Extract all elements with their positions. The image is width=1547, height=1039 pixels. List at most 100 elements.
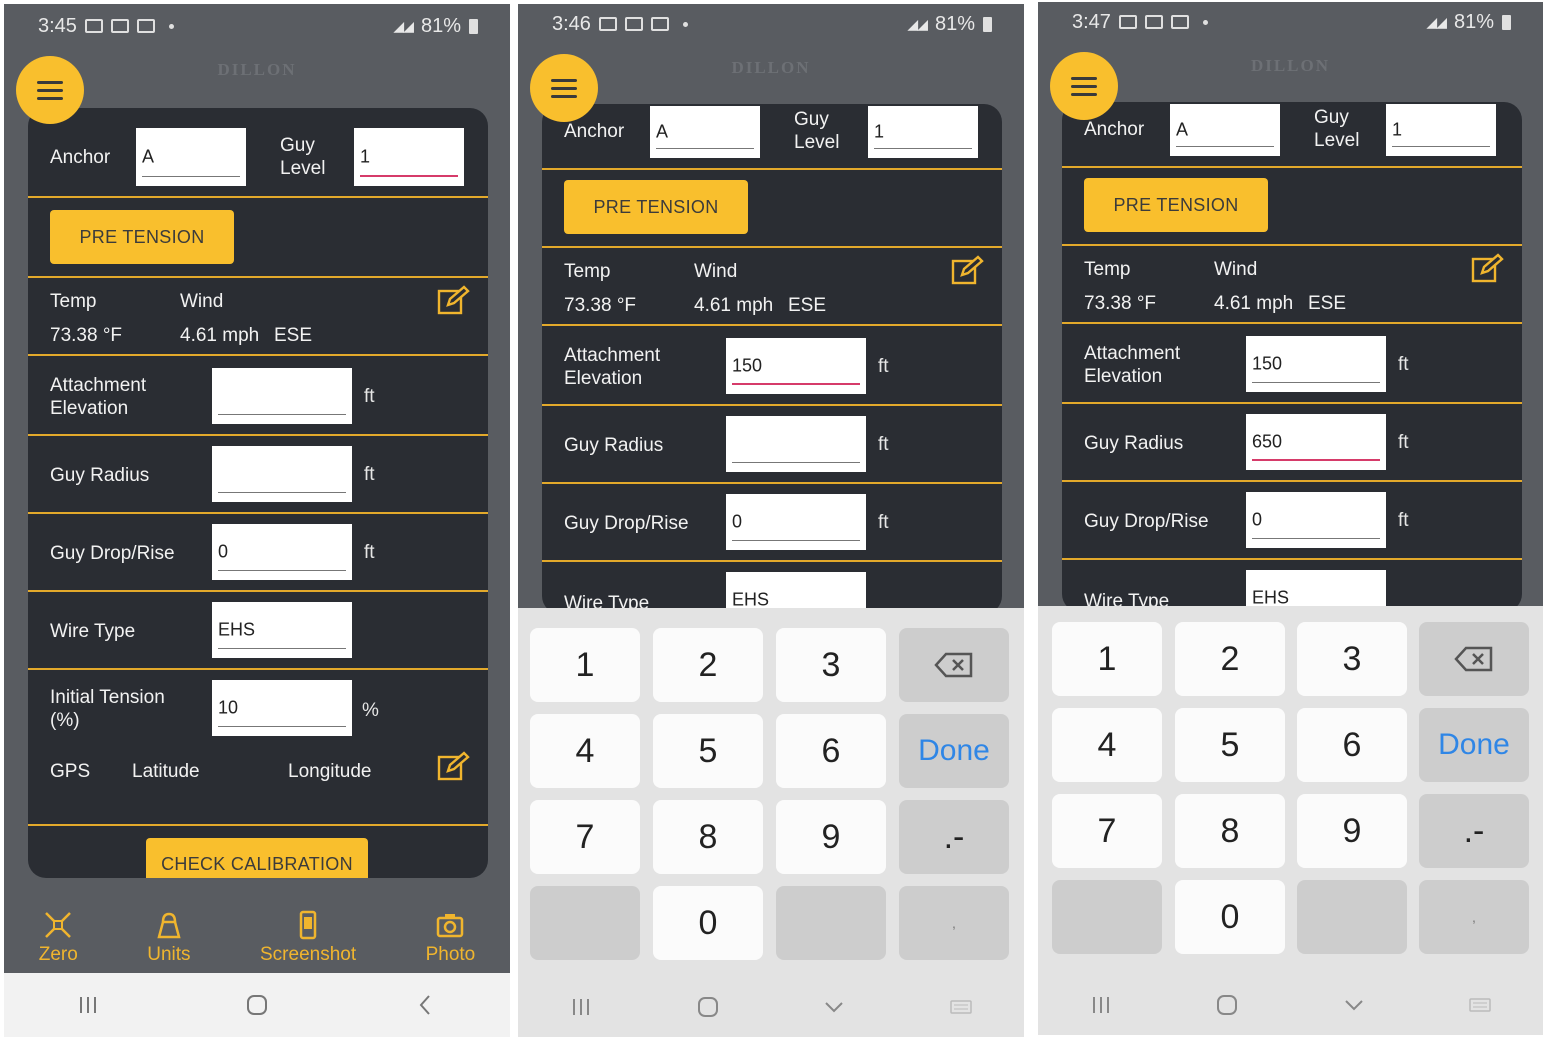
key-5[interactable]: 5 (1175, 708, 1285, 782)
key-blank[interactable] (530, 886, 640, 960)
guy-radius-input[interactable] (212, 446, 352, 502)
anchor-input[interactable]: A (1170, 104, 1280, 156)
menu-button[interactable] (16, 56, 84, 124)
key-5[interactable]: 5 (653, 714, 763, 788)
keyboard-icon[interactable] (1468, 993, 1492, 1017)
guy-drop-input[interactable]: 0 (1246, 492, 1386, 548)
edit-icon[interactable] (1470, 252, 1504, 286)
hide-keyboard-icon[interactable] (1342, 993, 1366, 1017)
key-minus[interactable]: .- (899, 800, 1009, 874)
unit-ft: ft (1398, 432, 1409, 453)
home-icon[interactable] (1215, 993, 1239, 1017)
key-3[interactable]: 3 (776, 628, 886, 702)
anchor-row: Anchor A Guy Level 1 (1062, 102, 1522, 166)
key-0[interactable]: 0 (1175, 880, 1285, 954)
anchor-row: Anchor A Guy Level 1 (28, 108, 488, 196)
anchor-input[interactable]: A (136, 128, 246, 186)
keyboard-icon[interactable] (949, 995, 973, 1019)
key-backspace[interactable] (1419, 622, 1529, 696)
edit-icon[interactable] (436, 750, 470, 784)
nav-units[interactable]: Units (147, 910, 191, 966)
unit-ft: ft (1398, 510, 1409, 531)
key-7[interactable]: 7 (1052, 794, 1162, 868)
guy-level-input[interactable]: 1 (354, 128, 464, 186)
key-9[interactable]: 9 (776, 800, 886, 874)
key-7[interactable]: 7 (530, 800, 640, 874)
menu-button[interactable] (530, 54, 598, 122)
attachment-text: Attachment (564, 345, 661, 366)
key-blank[interactable] (1052, 880, 1162, 954)
guy-drop-row: Guy Drop/Rise 0 ft (1062, 480, 1522, 558)
battery-icon (469, 18, 478, 34)
wind-speed-value: 4.61 mph (1214, 293, 1294, 314)
guy-drop-value: 0 (218, 541, 229, 562)
key-minus[interactable]: .- (1419, 794, 1529, 868)
guy-radius-row: Guy Radius 650 ft (1062, 402, 1522, 480)
key-8[interactable]: 8 (1175, 794, 1285, 868)
key-comma[interactable]: , (1419, 880, 1529, 954)
key-blank[interactable] (776, 886, 886, 960)
hide-keyboard-icon[interactable] (822, 995, 846, 1019)
recent-apps-icon[interactable] (1089, 993, 1113, 1017)
key-0[interactable]: 0 (653, 886, 763, 960)
key-4[interactable]: 4 (1052, 708, 1162, 782)
key-done[interactable]: Done (899, 714, 1009, 788)
nav-screenshot[interactable]: Screenshot (260, 910, 356, 966)
pre-tension-button[interactable]: PRE TENSION (50, 210, 234, 264)
edit-icon[interactable] (436, 284, 470, 318)
recent-apps-icon[interactable] (569, 995, 593, 1019)
initial-tension-input[interactable]: 10 (212, 680, 352, 736)
edit-icon[interactable] (950, 254, 984, 288)
guy-level-label: Guy Level (280, 134, 325, 180)
key-2[interactable]: 2 (1175, 622, 1285, 696)
key-1[interactable]: 1 (1052, 622, 1162, 696)
underline (732, 540, 860, 541)
unit-ft: ft (364, 542, 375, 563)
key-8[interactable]: 8 (653, 800, 763, 874)
key-comma[interactable]: , (899, 886, 1009, 960)
attachment-elevation-input[interactable] (212, 368, 352, 424)
temp-value: 73.38 °F (564, 295, 637, 316)
nav-photo[interactable]: Photo (426, 910, 475, 966)
key-1[interactable]: 1 (530, 628, 640, 702)
underline (218, 648, 346, 649)
attachment-elevation-input[interactable]: 150 (1246, 336, 1386, 392)
check-calibration-button[interactable]: CHECK CALIBRATION (146, 838, 368, 878)
key-4[interactable]: 4 (530, 714, 640, 788)
guy-drop-input[interactable]: 0 (726, 494, 866, 550)
underline (218, 414, 346, 415)
guy-radius-input[interactable] (726, 416, 866, 472)
pre-tension-button[interactable]: PRE TENSION (1084, 178, 1268, 232)
key-2[interactable]: 2 (653, 628, 763, 702)
back-icon[interactable] (414, 993, 438, 1017)
pre-tension-button[interactable]: PRE TENSION (564, 180, 748, 234)
guy-level-input[interactable]: 1 (868, 106, 978, 158)
guy-radius-input[interactable]: 650 (1246, 414, 1386, 470)
home-icon[interactable] (245, 993, 269, 1017)
underline (142, 176, 240, 177)
key-9[interactable]: 9 (1297, 794, 1407, 868)
guy-radius-label: Guy Radius (50, 465, 150, 486)
recent-apps-icon[interactable] (76, 993, 100, 1017)
nav-zero[interactable]: Zero (39, 910, 78, 966)
notification-icon (598, 17, 617, 31)
guy-drop-input[interactable]: 0 (212, 524, 352, 580)
guy-drop-label: Guy Drop/Rise (564, 513, 689, 534)
hamburger-line (37, 88, 63, 92)
menu-button[interactable] (1050, 52, 1118, 120)
guy-level-input[interactable]: 1 (1386, 104, 1496, 156)
latitude-label: Latitude (132, 761, 200, 782)
wire-type-input[interactable]: EHS (212, 602, 352, 658)
key-3[interactable]: 3 (1297, 622, 1407, 696)
key-blank[interactable] (1297, 880, 1407, 954)
guy-level-value: 1 (1392, 119, 1403, 140)
key-done[interactable]: Done (1419, 708, 1529, 782)
anchor-input[interactable]: A (650, 106, 760, 158)
attachment-elevation-input[interactable]: 150 (726, 338, 866, 394)
key-6[interactable]: 6 (1297, 708, 1407, 782)
home-icon[interactable] (696, 995, 720, 1019)
key-backspace[interactable] (899, 628, 1009, 702)
wind-direction-value: ESE (1308, 293, 1347, 314)
key-6[interactable]: 6 (776, 714, 886, 788)
attachment-elevation-label: Attachment Elevation (50, 374, 146, 420)
